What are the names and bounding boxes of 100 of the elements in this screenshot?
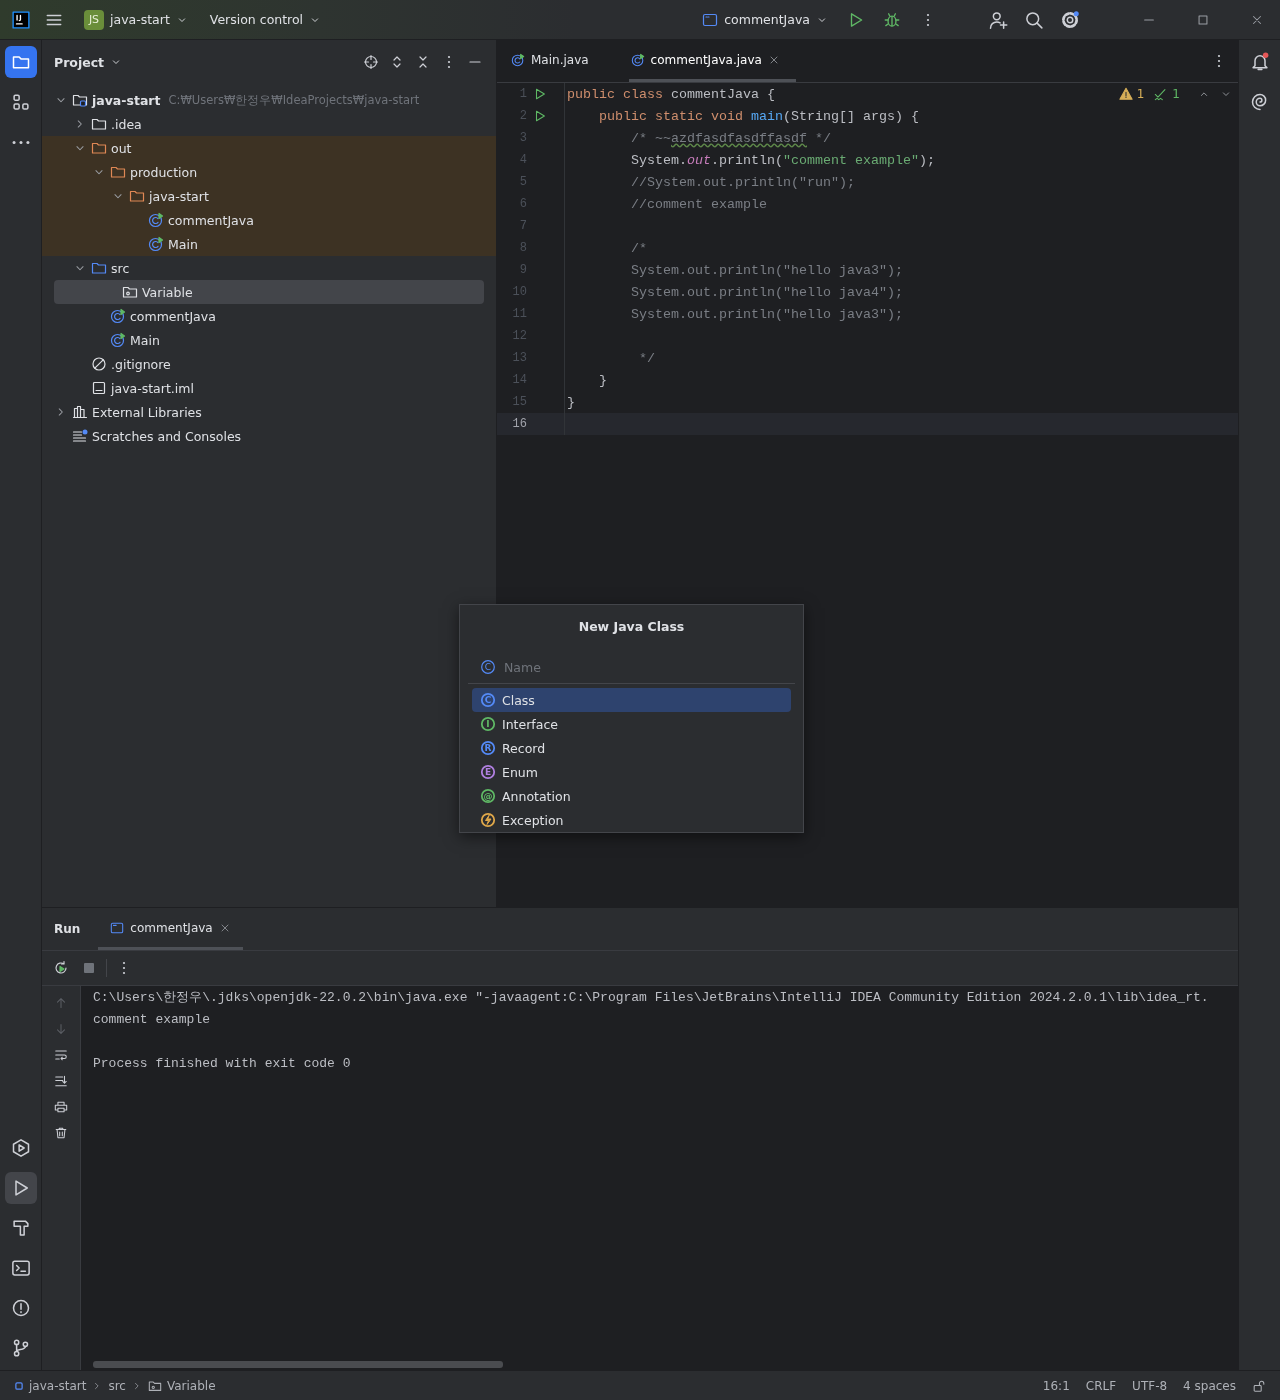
tree-item[interactable]: External Libraries (42, 400, 484, 424)
app-logo (12, 10, 30, 29)
run-configuration-selector[interactable]: commentJava (696, 5, 834, 34)
folder-icon (91, 116, 107, 132)
kind-icon: E (480, 764, 496, 780)
tool-window-button[interactable] (4, 46, 37, 78)
soft-wrap-icon[interactable] (54, 1048, 68, 1062)
code-line: } (567, 394, 575, 410)
module-folder-icon (72, 92, 88, 108)
tree-item[interactable]: Main (42, 328, 484, 352)
tree-item[interactable]: .gitignore (42, 352, 484, 376)
more-icon (11, 139, 30, 145)
run-gutter-icon[interactable] (533, 87, 547, 101)
class-kind-option[interactable]: I Interface (472, 712, 791, 736)
code-line: //comment example (630, 196, 767, 212)
tree-item[interactable]: .idea (42, 112, 484, 136)
bug-icon[interactable] (883, 10, 901, 29)
version-control-menu[interactable]: Version control (203, 5, 328, 34)
java-class-icon (148, 236, 164, 252)
lock-icon[interactable] (1252, 1378, 1266, 1393)
tool-window-button[interactable] (4, 1172, 37, 1204)
class-kind-option[interactable]: E Enum (472, 760, 791, 784)
panel-title: Run (54, 922, 81, 936)
code-line: System.out.println("hello java3"); (630, 306, 903, 322)
status-item[interactable]: CRLF (1085, 1378, 1117, 1393)
window-icon (702, 11, 719, 28)
console-line: comment example (93, 1011, 211, 1027)
code-line: */ (637, 350, 655, 366)
rerun-icon[interactable] (53, 960, 69, 976)
code-line: //System.out.println("run"); (630, 174, 855, 190)
breadcrumb[interactable]: java-start (29, 1378, 87, 1393)
java-class-icon (630, 52, 645, 67)
terminal-icon (10, 1258, 31, 1278)
code-line: System.out.println("comment example"); (630, 152, 935, 168)
project-path: C:₩Users₩한정우₩IdeaProjects₩java-start (168, 92, 420, 108)
tree-item[interactable]: src (42, 256, 484, 280)
folder-icon (110, 164, 126, 180)
editor-tab[interactable]: Main.java (509, 40, 605, 82)
scrollbar-thumb[interactable] (93, 1361, 503, 1368)
scratches-icon (72, 428, 88, 444)
class-kind-option[interactable]: Exception (472, 808, 791, 832)
check-count[interactable]: 1 (1172, 87, 1180, 101)
dialog-title: New Java Class (577, 618, 686, 636)
editor-tab[interactable]: commentJava.java (628, 40, 796, 82)
tree-item[interactable]: Scratches and Consoles (42, 424, 484, 448)
code-line: System.out.println("hello java4"); (630, 284, 903, 300)
code-line: /* (630, 240, 647, 256)
project-badge: JS (84, 9, 104, 30)
java-class-icon (110, 332, 126, 348)
code-line: System.out.println("hello java3"); (630, 262, 903, 278)
libraries-icon (72, 404, 88, 420)
project-switcher[interactable]: JS java-start (78, 5, 194, 34)
print-icon[interactable] (54, 1100, 68, 1114)
class-kind-option[interactable]: C Class (472, 688, 791, 712)
add-user-icon[interactable] (988, 9, 1008, 30)
console-line: Process finished with exit code 0 (93, 1055, 351, 1071)
class-icon: C (480, 659, 496, 675)
structure-icon (10, 92, 31, 112)
status-item[interactable]: 4 spaces (1183, 1378, 1236, 1393)
check-icon (1154, 87, 1169, 101)
bell-icon[interactable] (1249, 52, 1270, 72)
tree-item[interactable]: Variable (54, 280, 484, 304)
window-icon (110, 920, 125, 935)
package-icon (122, 284, 138, 300)
run-gutter-icon[interactable] (533, 109, 547, 123)
tree-item[interactable]: commentJava (42, 304, 484, 328)
trash-icon[interactable] (54, 1126, 68, 1140)
services-icon (10, 1138, 31, 1158)
class-kind-option[interactable]: @ Annotation (472, 784, 791, 808)
file-icon (91, 380, 107, 396)
maximize-icon[interactable] (1196, 12, 1210, 27)
locate-icon[interactable] (363, 54, 379, 70)
status-item[interactable]: 16:1 (1042, 1378, 1070, 1393)
status-item[interactable]: UTF-8 (1132, 1378, 1168, 1393)
line-number: 16 (511, 417, 527, 431)
folder-icon (129, 188, 145, 204)
java-class-icon (110, 308, 126, 324)
java-class-icon (148, 212, 164, 228)
view-mode-dropdown[interactable]: Project (48, 48, 129, 76)
tree-item[interactable]: java-start.iml (42, 376, 484, 400)
settings-icon[interactable] (1060, 9, 1080, 30)
kind-icon: R (480, 740, 496, 756)
warning-count[interactable]: 1 (1136, 87, 1145, 101)
module-icon (14, 1380, 24, 1391)
class-kind-option[interactable]: R Record (472, 736, 791, 760)
code-line: } (598, 372, 607, 388)
breadcrumb[interactable]: src (108, 1378, 126, 1393)
console-line: C:\Users\한정우\.jdks\openjdk-22.0.2\bin\java.exe "-javaagent:C:\Program Files\JetBrains\IntelliJ IDEA Community Edition 2024.2.0.1\lib\idea_rt. (93, 989, 1209, 1006)
stop-icon[interactable] (81, 960, 97, 976)
search-icon[interactable] (1024, 9, 1044, 30)
scroll-to-end-icon[interactable] (54, 1074, 68, 1088)
tree-item[interactable]: java-start C:₩Users₩한정우₩IdeaProjects₩java-start (42, 88, 484, 112)
code-line: public static void main(String[] args) { (598, 108, 919, 124)
package-icon (147, 1378, 162, 1393)
java-class-icon (511, 52, 525, 67)
folder-icon (91, 260, 107, 276)
ignore-file-icon (91, 356, 107, 372)
name-field[interactable]: Name (502, 658, 783, 676)
kind-icon: @ (480, 788, 496, 804)
breadcrumb[interactable]: Variable (166, 1378, 216, 1393)
